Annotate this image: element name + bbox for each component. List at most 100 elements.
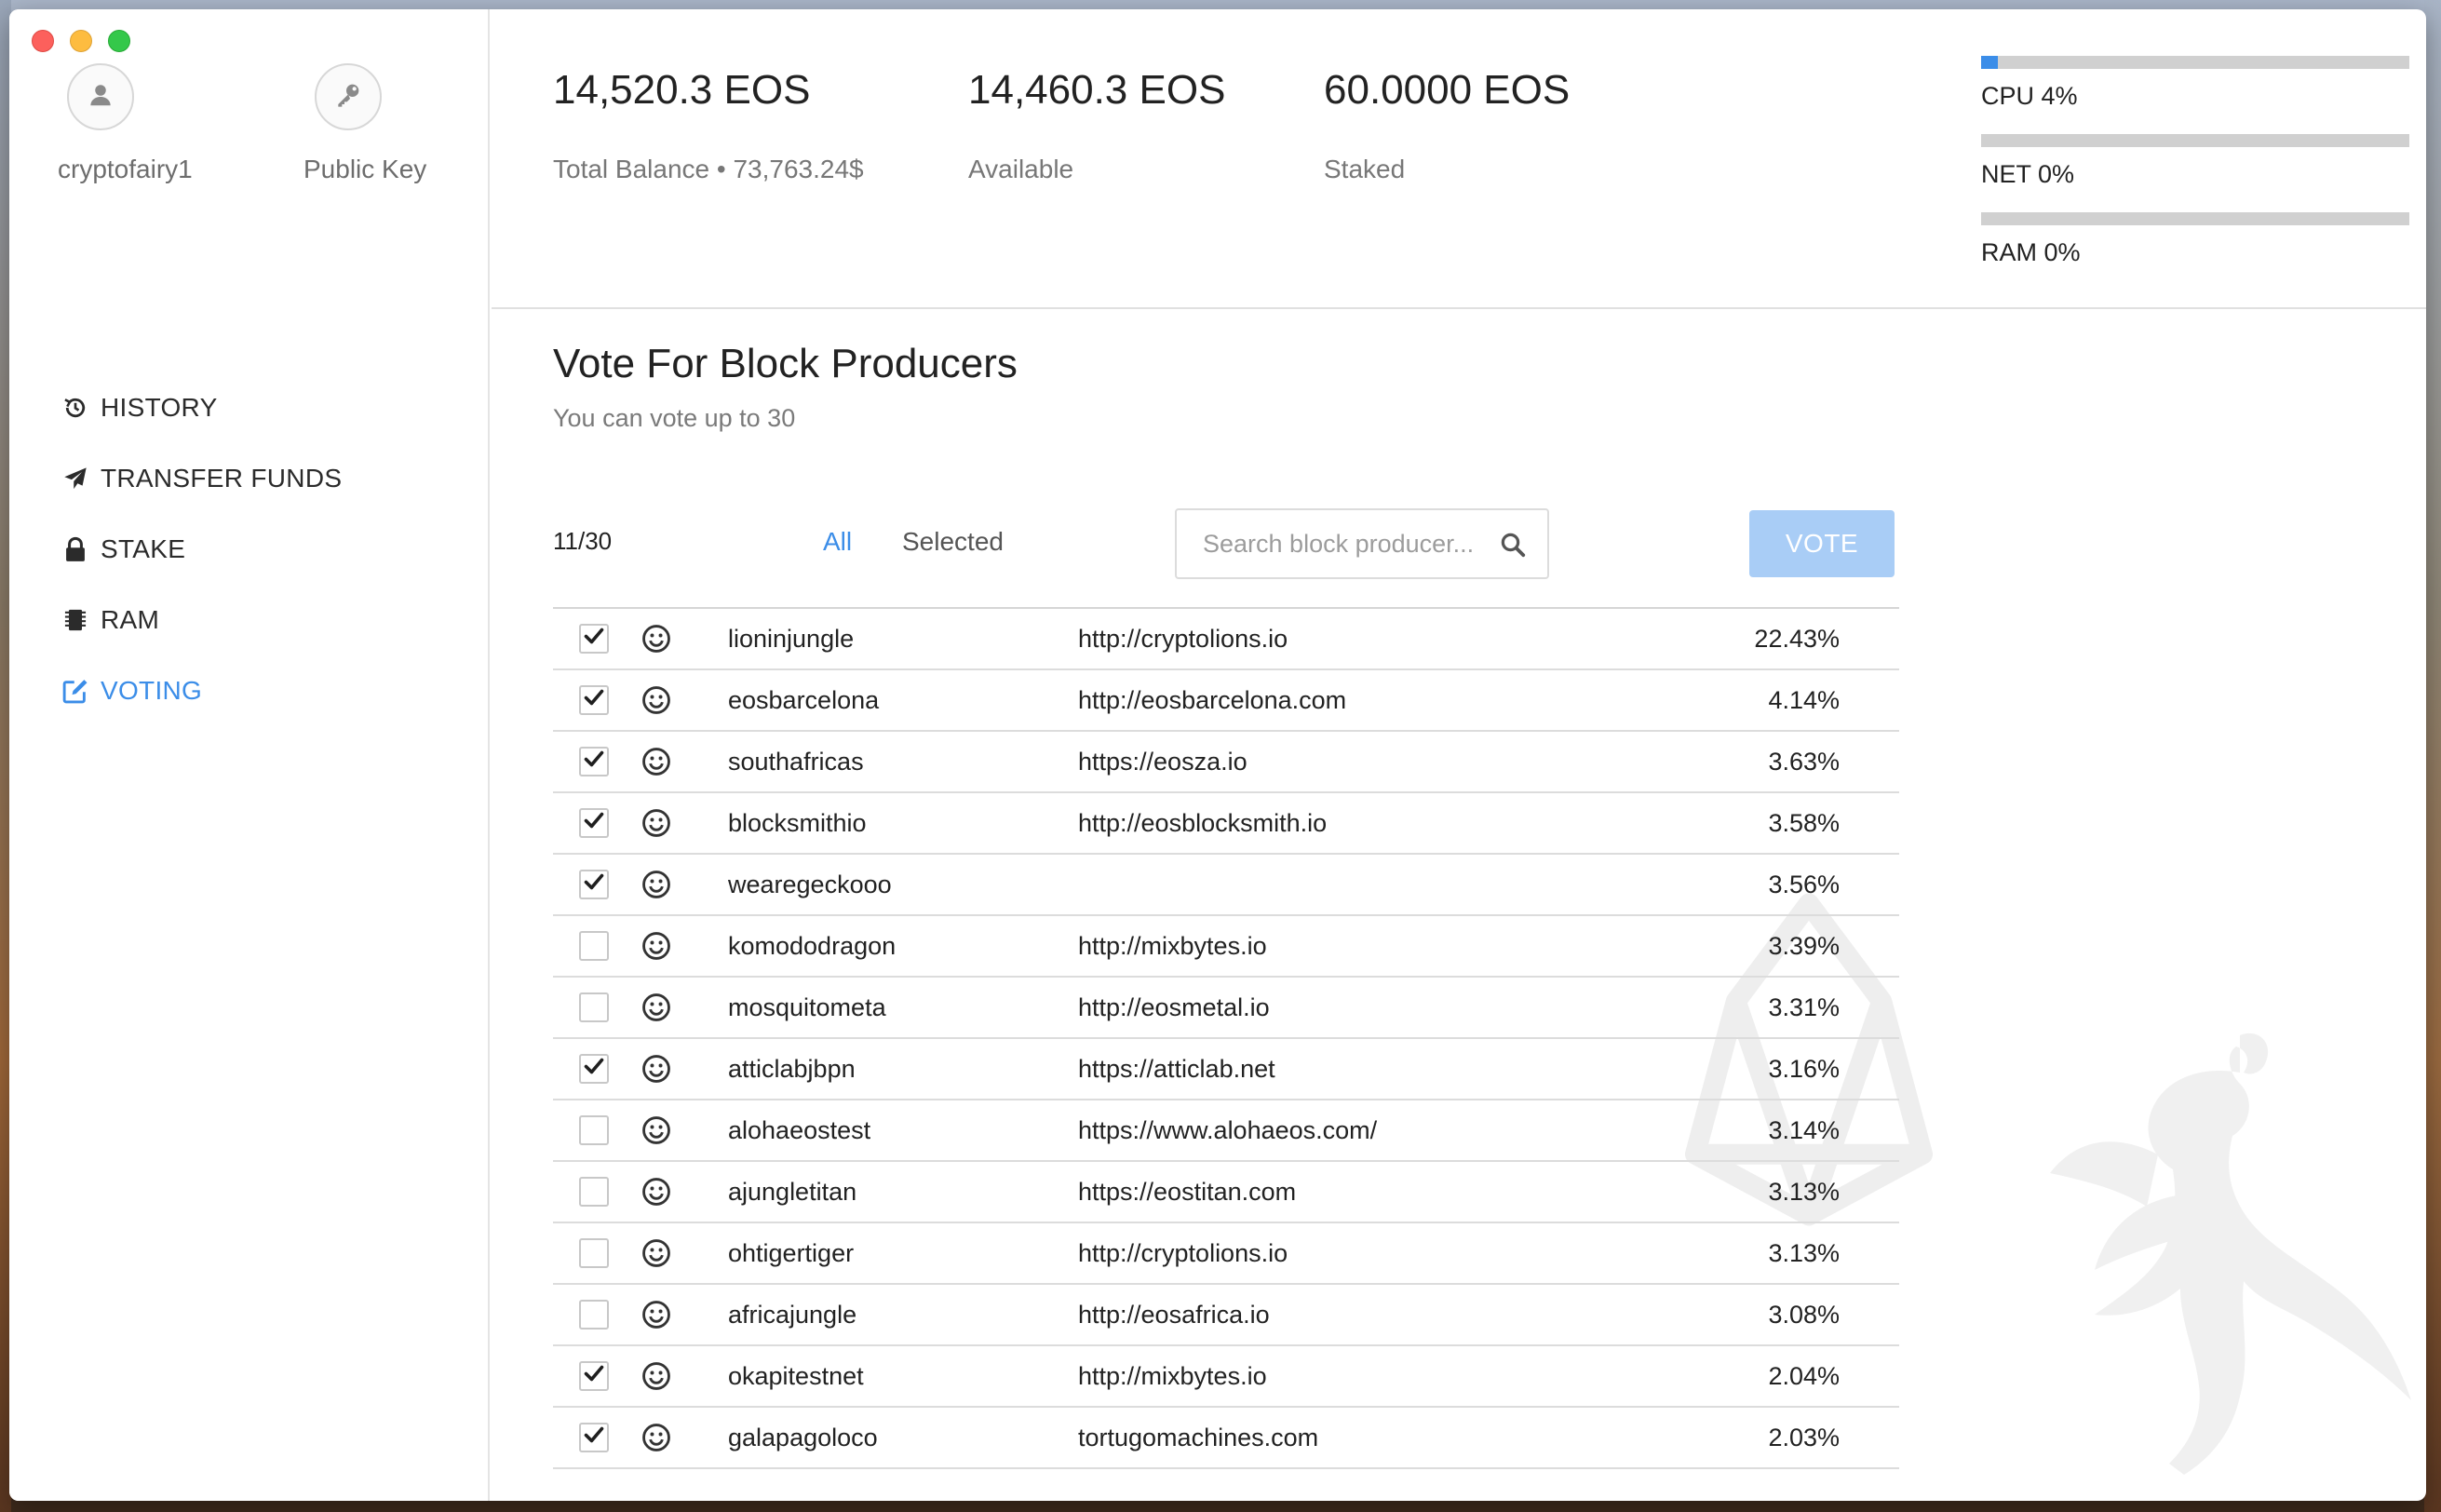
producer-row[interactable]: mosquitometa http://eosmetal.io 3.31%	[553, 978, 1899, 1039]
minimize-window-button[interactable]	[70, 30, 92, 52]
producer-url[interactable]: http://mixbytes.io	[1078, 1362, 1267, 1391]
producer-vote-percent: 3.08%	[1768, 1301, 1840, 1329]
producer-checkbox-checked[interactable]	[579, 685, 609, 715]
user-avatar[interactable]	[67, 63, 134, 130]
producer-checkbox[interactable]	[579, 1115, 609, 1145]
smiley-icon	[641, 746, 672, 777]
available-balance-caption: Available	[968, 155, 1074, 183]
fairy-watermark	[2050, 1033, 2411, 1475]
producer-row[interactable]: atticlabjbpn https://atticlab.net 3.16%	[553, 1039, 1899, 1100]
producer-name: lioninjungle	[728, 625, 855, 653]
smiley-icon	[641, 992, 672, 1023]
producer-url[interactable]: http://cryptolions.io	[1078, 625, 1288, 654]
search-icon[interactable]	[1499, 531, 1527, 563]
producer-checkbox[interactable]	[579, 1238, 609, 1268]
net-usage: NET 0%	[1981, 134, 2409, 212]
filter-all-tab[interactable]: All	[823, 527, 852, 557]
smiley-icon	[641, 869, 672, 900]
producer-row[interactable]: komododragon http://mixbytes.io 3.39%	[553, 916, 1899, 978]
total-balance: 14,520.3 EOS Total Balance • 73,763.24$	[553, 67, 864, 184]
producer-checkbox-checked[interactable]	[579, 1361, 609, 1391]
producer-name: africajungle	[728, 1301, 857, 1329]
producer-checkbox-checked[interactable]	[579, 624, 609, 654]
producer-vote-percent: 3.31%	[1768, 993, 1840, 1021]
producer-row[interactable]: lioninjungle http://cryptolions.io 22.43%	[553, 609, 1899, 670]
smiley-icon	[641, 807, 672, 839]
producer-url[interactable]: https://eosza.io	[1078, 748, 1247, 776]
producer-url[interactable]: https://www.alohaeos.com/	[1078, 1116, 1377, 1145]
producer-url[interactable]: https://eostitan.com	[1078, 1178, 1296, 1207]
producer-url[interactable]: http://mixbytes.io	[1078, 932, 1267, 961]
paper-plane-icon	[60, 463, 91, 494]
producer-checkbox-checked[interactable]	[579, 747, 609, 776]
producer-name: galapagoloco	[728, 1424, 878, 1451]
vote-section-subtitle: You can vote up to 30	[553, 404, 796, 432]
producer-checkbox[interactable]	[579, 931, 609, 961]
producer-row[interactable]: wearegeckooo 3.56%	[553, 855, 1899, 916]
producer-row[interactable]: eosbarcelona http://eosbarcelona.com 4.14%	[553, 670, 1899, 732]
smiley-icon	[641, 684, 672, 716]
filter-selected-tab[interactable]: Selected	[902, 527, 1004, 557]
producer-vote-percent: 3.56%	[1768, 871, 1840, 898]
producer-row[interactable]: ajungletitan https://eostitan.com 3.13%	[553, 1162, 1899, 1223]
sidebar-item-stake[interactable]: STAKE	[60, 514, 342, 585]
checkmark-icon	[583, 809, 605, 838]
account-button[interactable]: cryptofairy1	[58, 63, 281, 184]
checkmark-icon	[583, 1055, 605, 1084]
producer-checkbox-checked[interactable]	[579, 1054, 609, 1084]
chip-icon	[60, 604, 91, 636]
producer-row[interactable]: galapagoloco tortugomachines.com 2.03%	[553, 1408, 1899, 1469]
producer-url[interactable]: http://eosmetal.io	[1078, 993, 1270, 1022]
window-controls	[32, 30, 130, 52]
public-key-avatar[interactable]	[315, 63, 382, 130]
producer-vote-percent: 3.14%	[1768, 1116, 1840, 1144]
producer-checkbox[interactable]	[579, 992, 609, 1022]
producer-vote-percent: 3.13%	[1768, 1178, 1840, 1206]
ram-usage: RAM 0%	[1981, 212, 2409, 290]
vote-button[interactable]: VOTE	[1749, 510, 1895, 577]
sidebar: cryptofairy1 Public Key HISTORY TRANSFER…	[9, 9, 490, 1501]
producer-row[interactable]: alohaeostest https://www.alohaeos.com/3.1…	[553, 1100, 1899, 1162]
producer-vote-percent: 2.03%	[1768, 1424, 1840, 1451]
producer-search-input[interactable]	[1203, 529, 1491, 559]
producer-checkbox-checked[interactable]	[579, 808, 609, 838]
user-icon	[87, 81, 115, 114]
sidebar-item-history[interactable]: HISTORY	[60, 372, 342, 443]
producer-url[interactable]: http://eosbarcelona.com	[1078, 686, 1346, 715]
sidebar-item-transfer-funds[interactable]: TRANSFER FUNDS	[60, 443, 342, 514]
ram-usage-label: RAM 0%	[1981, 238, 2081, 266]
producer-name: wearegeckooo	[728, 871, 892, 898]
producer-url[interactable]: http://eosblocksmith.io	[1078, 809, 1327, 838]
producer-checkbox[interactable]	[579, 1177, 609, 1207]
checkmark-icon	[583, 1362, 605, 1391]
resource-usage: CPU 4% NET 0% RAM 0%	[1981, 56, 2409, 290]
producer-url[interactable]: http://cryptolions.io	[1078, 1239, 1288, 1268]
sidebar-item-label: VOTING	[101, 676, 203, 705]
producer-row[interactable]: ohtigertiger http://cryptolions.io 3.13%	[553, 1223, 1899, 1285]
producer-url[interactable]: https://atticlab.net	[1078, 1055, 1275, 1084]
producer-name: blocksmithio	[728, 809, 867, 837]
producer-name: southafricas	[728, 748, 864, 776]
smiley-icon	[641, 623, 672, 655]
sidebar-item-voting[interactable]: VOTING	[60, 655, 342, 726]
producer-name: alohaeostest	[728, 1116, 871, 1144]
producer-checkbox[interactable]	[579, 1300, 609, 1330]
checkmark-icon	[583, 748, 605, 776]
total-balance-caption: Total Balance • 73,763.24$	[553, 155, 864, 183]
producer-row[interactable]: blocksmithio http://eosblocksmith.io 3.58%	[553, 793, 1899, 855]
key-icon	[333, 80, 363, 115]
producer-checkbox-checked[interactable]	[579, 1423, 609, 1452]
producer-checkbox-checked[interactable]	[579, 870, 609, 899]
producer-row[interactable]: southafricas https://eosza.io 3.63%	[553, 732, 1899, 793]
close-window-button[interactable]	[32, 30, 54, 52]
smiley-icon	[641, 1237, 672, 1269]
sidebar-item-label: RAM	[101, 605, 160, 634]
producer-url[interactable]: tortugomachines.com	[1078, 1424, 1318, 1452]
maximize-window-button[interactable]	[108, 30, 130, 52]
cpu-usage-label: CPU 4%	[1981, 82, 2078, 110]
producer-url[interactable]: http://eosafrica.io	[1078, 1301, 1270, 1330]
producer-row[interactable]: okapitestnet http://mixbytes.io 2.04%	[553, 1346, 1899, 1408]
producer-row[interactable]: africajungle http://eosafrica.io 3.08%	[553, 1285, 1899, 1346]
smiley-icon	[641, 1360, 672, 1392]
sidebar-item-ram[interactable]: RAM	[60, 585, 342, 655]
